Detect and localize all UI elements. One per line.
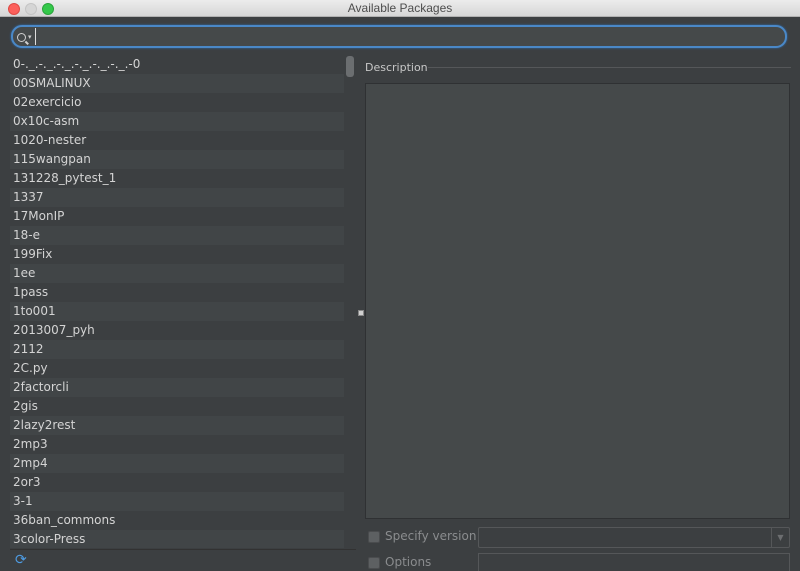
package-list-item[interactable]: 131228_pytest_1 — [10, 169, 346, 188]
search-input[interactable] — [35, 28, 775, 45]
refresh-icon[interactable]: ⟳ — [15, 552, 27, 568]
description-panel — [365, 83, 790, 519]
package-list-item[interactable]: 0-._.-._.-._.-._.-._.-._.-0 — [10, 55, 346, 74]
options-checkbox[interactable] — [368, 557, 380, 569]
package-list-scrollbar[interactable] — [344, 55, 355, 548]
package-list-item[interactable]: 199Fix — [10, 245, 346, 264]
version-select[interactable]: ▼ — [478, 527, 790, 548]
search-icon[interactable]: ▾ — [17, 29, 32, 43]
package-list-item[interactable]: 2gis — [10, 397, 346, 416]
description-separator — [428, 67, 791, 68]
package-list-panel: 0-._.-._.-._.-._.-._.-._.-0 00SMALINUX 02e… — [10, 55, 356, 548]
package-list-item[interactable]: 3color-Press — [10, 530, 346, 548]
package-list-item[interactable]: 2013007_pyh — [10, 321, 346, 340]
package-list-item[interactable]: 1337 — [10, 188, 346, 207]
package-list-item[interactable]: 1ee — [10, 264, 346, 283]
specify-version-checkbox[interactable] — [368, 531, 380, 543]
options-input[interactable] — [478, 553, 790, 571]
package-list-item[interactable]: 0x10c-asm — [10, 112, 346, 131]
splitter-handle[interactable] — [358, 310, 364, 316]
package-list-item[interactable]: 1020-nester — [10, 131, 346, 150]
package-list-item[interactable]: 1to001 — [10, 302, 346, 321]
window-title: Available Packages — [347, 1, 453, 15]
description-label: Description — [365, 61, 428, 74]
package-list-item[interactable]: 2lazy2rest — [10, 416, 346, 435]
package-list-item[interactable]: 00SMALINUX — [10, 74, 346, 93]
package-list-item[interactable]: 17MonIP — [10, 207, 346, 226]
package-list-footer: ⟳ — [10, 549, 356, 571]
package-list-item[interactable]: 2or3 — [10, 473, 346, 492]
package-list-item[interactable]: 115wangpan — [10, 150, 346, 169]
package-list-item[interactable]: 02exercicio — [10, 93, 346, 112]
search-box[interactable]: ▾ — [11, 25, 787, 48]
package-list-item[interactable]: 2mp4 — [10, 454, 346, 473]
chevron-down-icon[interactable]: ▼ — [771, 528, 789, 547]
package-list-item[interactable]: 18-e — [10, 226, 346, 245]
specify-version-label: Specify version — [385, 529, 477, 543]
package-list: 0-._.-._.-._.-._.-._.-._.-0 00SMALINUX 02e… — [10, 55, 356, 548]
package-list-item[interactable]: 2factorcli — [10, 378, 346, 397]
title-bar: Available Packages — [0, 0, 800, 17]
package-list-item[interactable]: 2mp3 — [10, 435, 346, 454]
package-list-item[interactable]: 2C.py — [10, 359, 346, 378]
package-list-item[interactable]: 1pass — [10, 283, 346, 302]
package-list-scrollbar-thumb[interactable] — [346, 56, 354, 77]
package-list-item[interactable]: 36ban_commons — [10, 511, 346, 530]
options-label: Options — [385, 555, 432, 569]
package-list-item[interactable]: 2112 — [10, 340, 346, 359]
package-list-item[interactable]: 3-1 — [10, 492, 346, 511]
